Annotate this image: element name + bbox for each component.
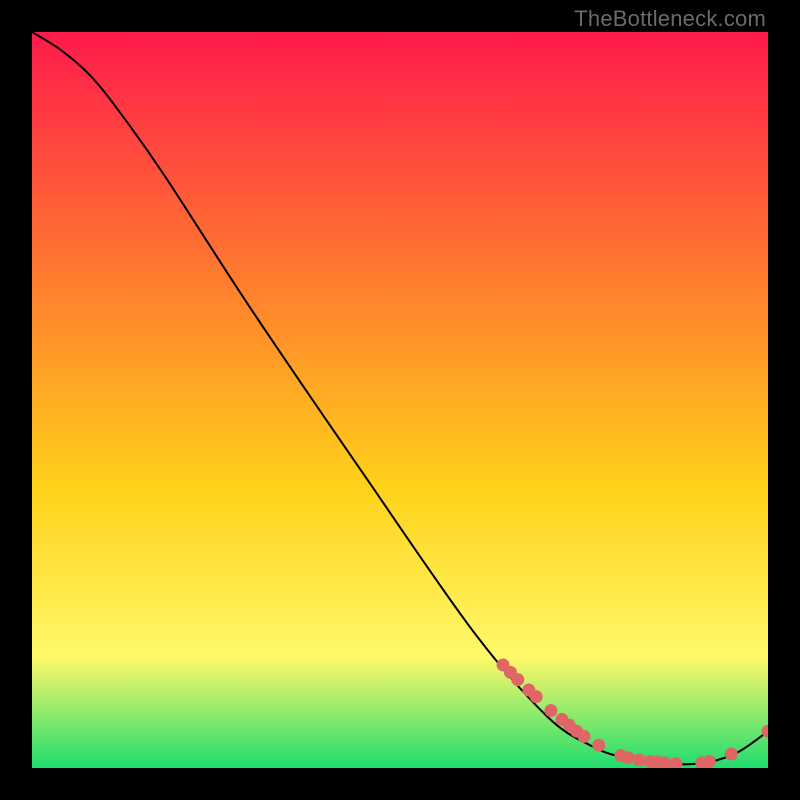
data-marker <box>622 751 635 764</box>
data-marker <box>592 739 605 752</box>
data-marker <box>703 755 716 768</box>
plot-area <box>32 32 768 768</box>
chart-stage: TheBottleneck.com <box>0 0 800 800</box>
data-marker <box>530 690 543 703</box>
data-marker <box>633 753 646 766</box>
chart-svg <box>32 32 768 768</box>
data-marker <box>725 748 738 761</box>
data-marker <box>544 704 557 717</box>
data-marker <box>578 730 591 743</box>
watermark-text: TheBottleneck.com <box>574 6 766 32</box>
data-marker <box>511 673 524 686</box>
